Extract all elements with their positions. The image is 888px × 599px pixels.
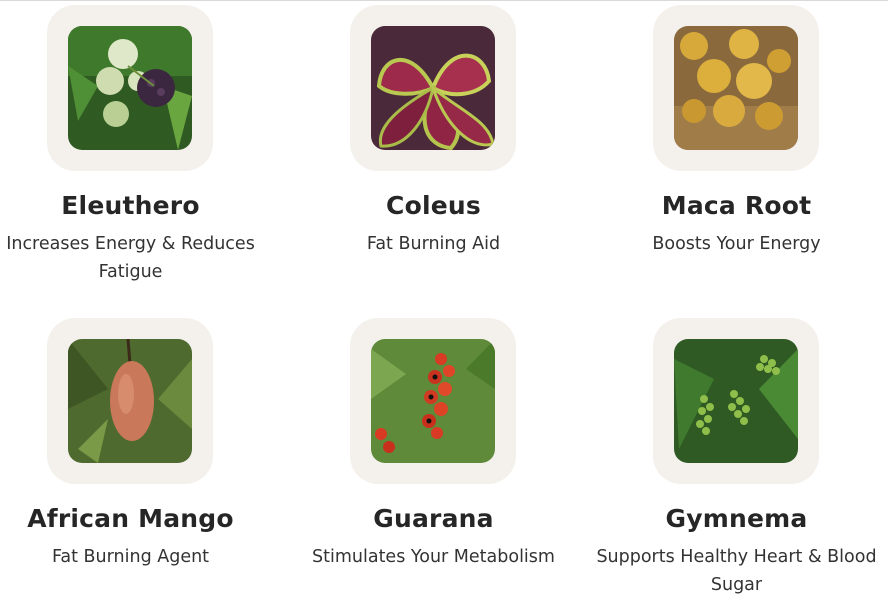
maca-roots-photo <box>674 26 798 150</box>
ingredient-name: Gymnema <box>665 504 808 533</box>
image-frame <box>47 318 213 484</box>
image-frame <box>653 5 819 171</box>
image-frame <box>350 318 516 484</box>
description-line: Fatigue <box>98 262 163 282</box>
ingredient-name: Maca Root <box>661 191 812 220</box>
description-line: Fat Burning Aid <box>366 234 501 254</box>
description-line: Increases Energy & Reduces <box>6 234 255 254</box>
description-line: Boosts Your Energy <box>652 234 821 254</box>
ingredient-description: Stimulates Your Metabolism <box>282 543 585 571</box>
ingredient-name: Coleus <box>386 191 481 220</box>
description-line: Sugar <box>710 575 763 595</box>
ingredient-description: Increases Energy & Reduces Fatigue <box>0 230 282 286</box>
ingredient-name: Eleuthero <box>61 191 200 220</box>
description-line: Stimulates Your Metabolism <box>312 547 555 567</box>
top-divider <box>0 0 888 1</box>
ingredient-description: Supports Healthy Heart & Blood Sugar <box>585 543 888 599</box>
ingredient-description: Boosts Your Energy <box>585 230 888 258</box>
description-line: Supports Healthy Heart & Blood <box>596 547 877 567</box>
image-frame <box>47 5 213 171</box>
eleuthero-plant-photo <box>68 26 192 150</box>
gymnema-berries-photo <box>674 339 798 463</box>
ingredient-name: African Mango <box>27 504 234 533</box>
guarana-berries-photo <box>371 339 495 463</box>
image-frame <box>653 318 819 484</box>
ingredient-description: Fat Burning Aid <box>282 230 585 258</box>
ingredient-name: Guarana <box>373 504 494 533</box>
description-line: Fat Burning Agent <box>51 547 210 567</box>
image-frame <box>350 5 516 171</box>
ingredient-description: Fat Burning Agent <box>0 543 282 571</box>
coleus-leaves-photo <box>371 26 495 150</box>
african-mango-fruit-photo <box>68 339 192 463</box>
